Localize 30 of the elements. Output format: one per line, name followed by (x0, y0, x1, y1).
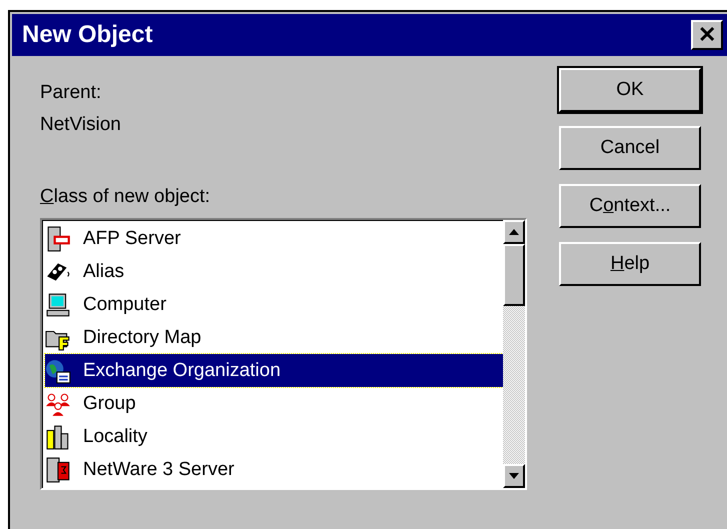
up-triangle-icon (509, 229, 519, 235)
people-icon (45, 390, 71, 416)
class-list[interactable]: AFP Server Alias Computer Directory Map Exchange Organization Group Locality NetWare 3 Server (40, 218, 527, 490)
list-item[interactable]: Exchange Organization (45, 354, 503, 387)
dialog-button[interactable]: Cancel (559, 126, 701, 170)
dialog-button[interactable]: OK (559, 68, 701, 112)
dialog-button[interactable]: Help (559, 242, 701, 286)
down-triangle-icon (509, 473, 519, 479)
buildings-icon (45, 424, 71, 450)
list-item[interactable]: Computer (45, 288, 503, 321)
server-icon (45, 456, 71, 482)
server-icon (45, 226, 71, 252)
list-item[interactable]: Alias (45, 255, 503, 288)
parent-label: Parent: (40, 82, 102, 104)
scrollbar[interactable] (503, 220, 525, 488)
list-item[interactable]: AFP Server (45, 222, 503, 255)
scroll-up-button[interactable] (503, 220, 525, 244)
list-item[interactable]: Directory Map (45, 321, 503, 354)
computer-icon (45, 292, 71, 318)
list-item[interactable]: Locality (45, 420, 503, 453)
parent-value: NetVision (40, 114, 122, 136)
list-item[interactable]: Group (45, 387, 503, 420)
globe-icon (45, 358, 71, 384)
list-item[interactable]: NetWare 3 Server (45, 453, 503, 486)
scroll-thumb[interactable] (503, 244, 525, 306)
class-label: Class of new object: (40, 186, 212, 208)
scroll-down-button[interactable] (503, 464, 525, 488)
dialog-button[interactable]: Context... (559, 184, 701, 228)
window-title: New Object (22, 21, 153, 49)
close-button[interactable]: ✕ (691, 20, 723, 50)
